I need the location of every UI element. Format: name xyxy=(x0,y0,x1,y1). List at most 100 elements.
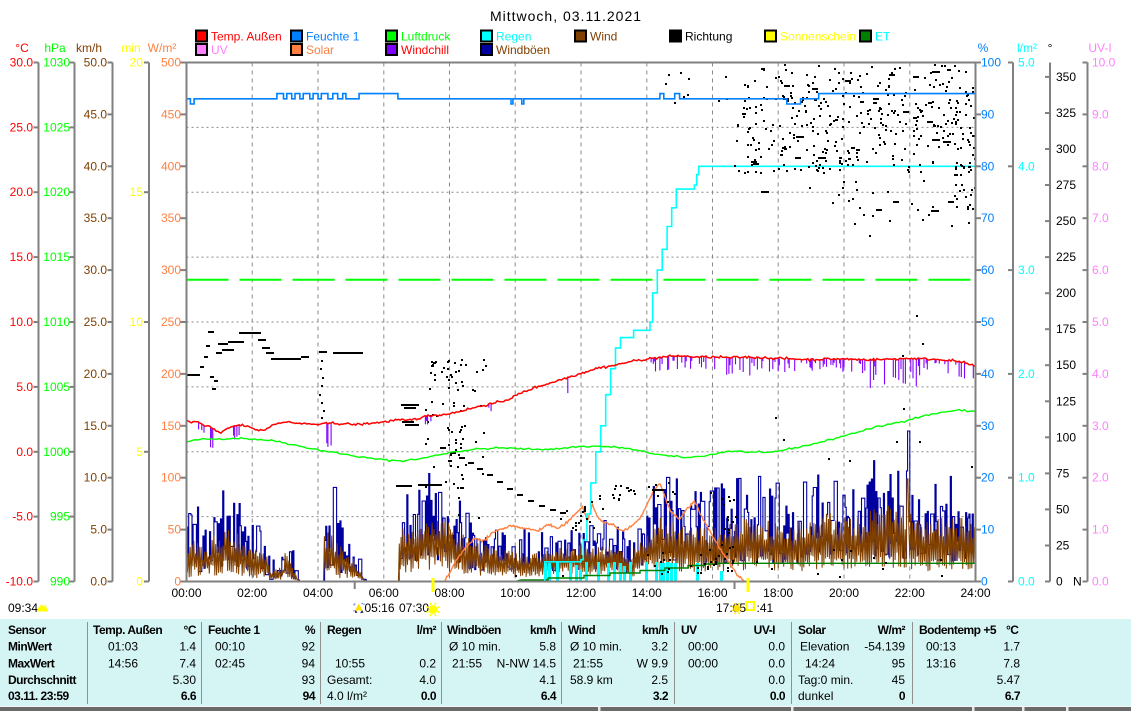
svg-text:Richtung: Richtung xyxy=(685,30,732,44)
svg-text:0.0: 0.0 xyxy=(768,673,785,687)
svg-text:0.0: 0.0 xyxy=(768,656,785,670)
svg-text:02:00: 02:00 xyxy=(237,586,267,600)
svg-text:Temp. Außen: Temp. Außen xyxy=(211,30,282,44)
svg-text:UV: UV xyxy=(681,623,697,637)
svg-text:2.0: 2.0 xyxy=(1018,367,1035,381)
svg-text:0.0: 0.0 xyxy=(1018,575,1035,589)
svg-text:95: 95 xyxy=(892,656,906,670)
svg-text:W/m²: W/m² xyxy=(148,41,177,55)
svg-text:10.0: 10.0 xyxy=(10,315,34,329)
svg-text:5.0: 5.0 xyxy=(16,380,33,394)
svg-text:-10.0: -10.0 xyxy=(6,575,34,589)
svg-text:93: 93 xyxy=(302,673,316,687)
svg-text:15: 15 xyxy=(130,185,144,199)
svg-text:4.0 l/m²: 4.0 l/m² xyxy=(327,689,367,703)
svg-text:08:00: 08:00 xyxy=(434,586,464,600)
svg-text:20.0: 20.0 xyxy=(10,185,34,199)
svg-text:995: 995 xyxy=(50,510,70,524)
svg-text:Windböen: Windböen xyxy=(496,43,550,57)
svg-text:Sensor: Sensor xyxy=(8,623,47,637)
svg-text:5: 5 xyxy=(136,445,143,459)
svg-text:02:45: 02:45 xyxy=(215,656,245,670)
svg-text:6.6: 6.6 xyxy=(181,689,197,703)
svg-text:300: 300 xyxy=(161,263,181,277)
svg-text:225: 225 xyxy=(1056,250,1076,264)
svg-text:21:55: 21:55 xyxy=(573,656,603,670)
svg-text:17:05: 17:05 xyxy=(716,601,746,615)
svg-text:94: 94 xyxy=(302,656,316,670)
svg-text:N-NW 14.5: N-NW 14.5 xyxy=(497,656,557,670)
svg-text:3.0: 3.0 xyxy=(1092,419,1109,433)
svg-text:125: 125 xyxy=(1056,394,1076,408)
svg-text:5.0: 5.0 xyxy=(1092,315,1109,329)
svg-text:400: 400 xyxy=(161,159,181,173)
svg-text:Mittwoch, 03.11.2021: Mittwoch, 03.11.2021 xyxy=(490,8,642,24)
svg-text:50: 50 xyxy=(981,315,995,329)
svg-text:30.0: 30.0 xyxy=(84,263,108,277)
svg-text:5.47: 5.47 xyxy=(997,673,1021,687)
svg-text:60: 60 xyxy=(981,263,995,277)
svg-text:Regen: Regen xyxy=(496,30,531,44)
svg-text:150: 150 xyxy=(161,419,181,433)
svg-text::41: :41 xyxy=(757,601,774,615)
svg-text:7.8: 7.8 xyxy=(1003,656,1020,670)
svg-text:%: % xyxy=(978,41,989,55)
svg-text:50: 50 xyxy=(1056,502,1070,516)
svg-text:Ø 10 min.: Ø 10 min. xyxy=(570,640,622,654)
svg-text:1000: 1000 xyxy=(43,445,70,459)
svg-text:min: min xyxy=(121,41,140,55)
svg-text:°C: °C xyxy=(1006,623,1019,637)
svg-text:Wind: Wind xyxy=(568,623,595,637)
svg-text:35.0: 35.0 xyxy=(84,211,108,225)
svg-text:100: 100 xyxy=(1056,430,1076,444)
svg-text:hPa: hPa xyxy=(44,41,66,55)
svg-text:km/h: km/h xyxy=(76,41,102,55)
svg-text:30: 30 xyxy=(981,419,995,433)
svg-text:90: 90 xyxy=(981,107,995,121)
svg-text:Temp. Außen: Temp. Außen xyxy=(93,623,162,637)
svg-text:4.0: 4.0 xyxy=(1092,367,1109,381)
svg-text:00:13: 00:13 xyxy=(926,640,956,654)
svg-text:Solar: Solar xyxy=(306,43,334,57)
svg-text:14:00: 14:00 xyxy=(632,586,662,600)
svg-text:03.11. 23:59: 03.11. 23:59 xyxy=(8,689,70,703)
svg-text:200: 200 xyxy=(161,367,181,381)
svg-text:80: 80 xyxy=(981,159,995,173)
svg-text:0: 0 xyxy=(1056,575,1063,589)
svg-text:100: 100 xyxy=(981,56,1001,70)
svg-text:ET: ET xyxy=(875,30,891,44)
svg-text:MinWert: MinWert xyxy=(8,640,52,654)
svg-text:325: 325 xyxy=(1056,106,1076,120)
svg-text:Regen: Regen xyxy=(327,623,361,637)
svg-text:3.0: 3.0 xyxy=(1018,263,1035,277)
svg-text:00:00: 00:00 xyxy=(171,586,201,600)
svg-text:450: 450 xyxy=(161,107,181,121)
svg-text:6.0: 6.0 xyxy=(1092,263,1109,277)
svg-text:°C: °C xyxy=(184,623,197,637)
svg-text:10: 10 xyxy=(130,315,144,329)
svg-text:Windchill: Windchill xyxy=(401,43,449,57)
svg-text:16:00: 16:00 xyxy=(697,586,727,600)
svg-text:km/h: km/h xyxy=(530,623,556,637)
svg-text:100: 100 xyxy=(161,471,181,485)
svg-text:14:56: 14:56 xyxy=(108,656,138,670)
svg-text:20.0: 20.0 xyxy=(84,367,108,381)
svg-text:Sonnenschein: Sonnenschein xyxy=(780,30,856,44)
svg-text:01:03: 01:03 xyxy=(108,640,138,654)
svg-text:Ø 10 min.: Ø 10 min. xyxy=(449,640,501,654)
svg-text:21:55: 21:55 xyxy=(452,656,482,670)
svg-text:20:00: 20:00 xyxy=(829,586,859,600)
svg-text:00:00: 00:00 xyxy=(688,640,718,654)
svg-text:UV-I: UV-I xyxy=(1088,41,1111,55)
svg-text:13:16: 13:16 xyxy=(926,656,956,670)
svg-text:Windböen: Windböen xyxy=(447,623,501,637)
svg-text:06:00: 06:00 xyxy=(369,586,399,600)
svg-text:04:00: 04:00 xyxy=(303,586,333,600)
svg-text:1015: 1015 xyxy=(43,250,70,264)
svg-text:92: 92 xyxy=(302,640,316,654)
svg-text:0.0: 0.0 xyxy=(768,640,785,654)
svg-text:250: 250 xyxy=(161,315,181,329)
svg-text:990: 990 xyxy=(50,575,70,589)
svg-text:40: 40 xyxy=(981,367,995,381)
svg-text:275: 275 xyxy=(1056,178,1076,192)
